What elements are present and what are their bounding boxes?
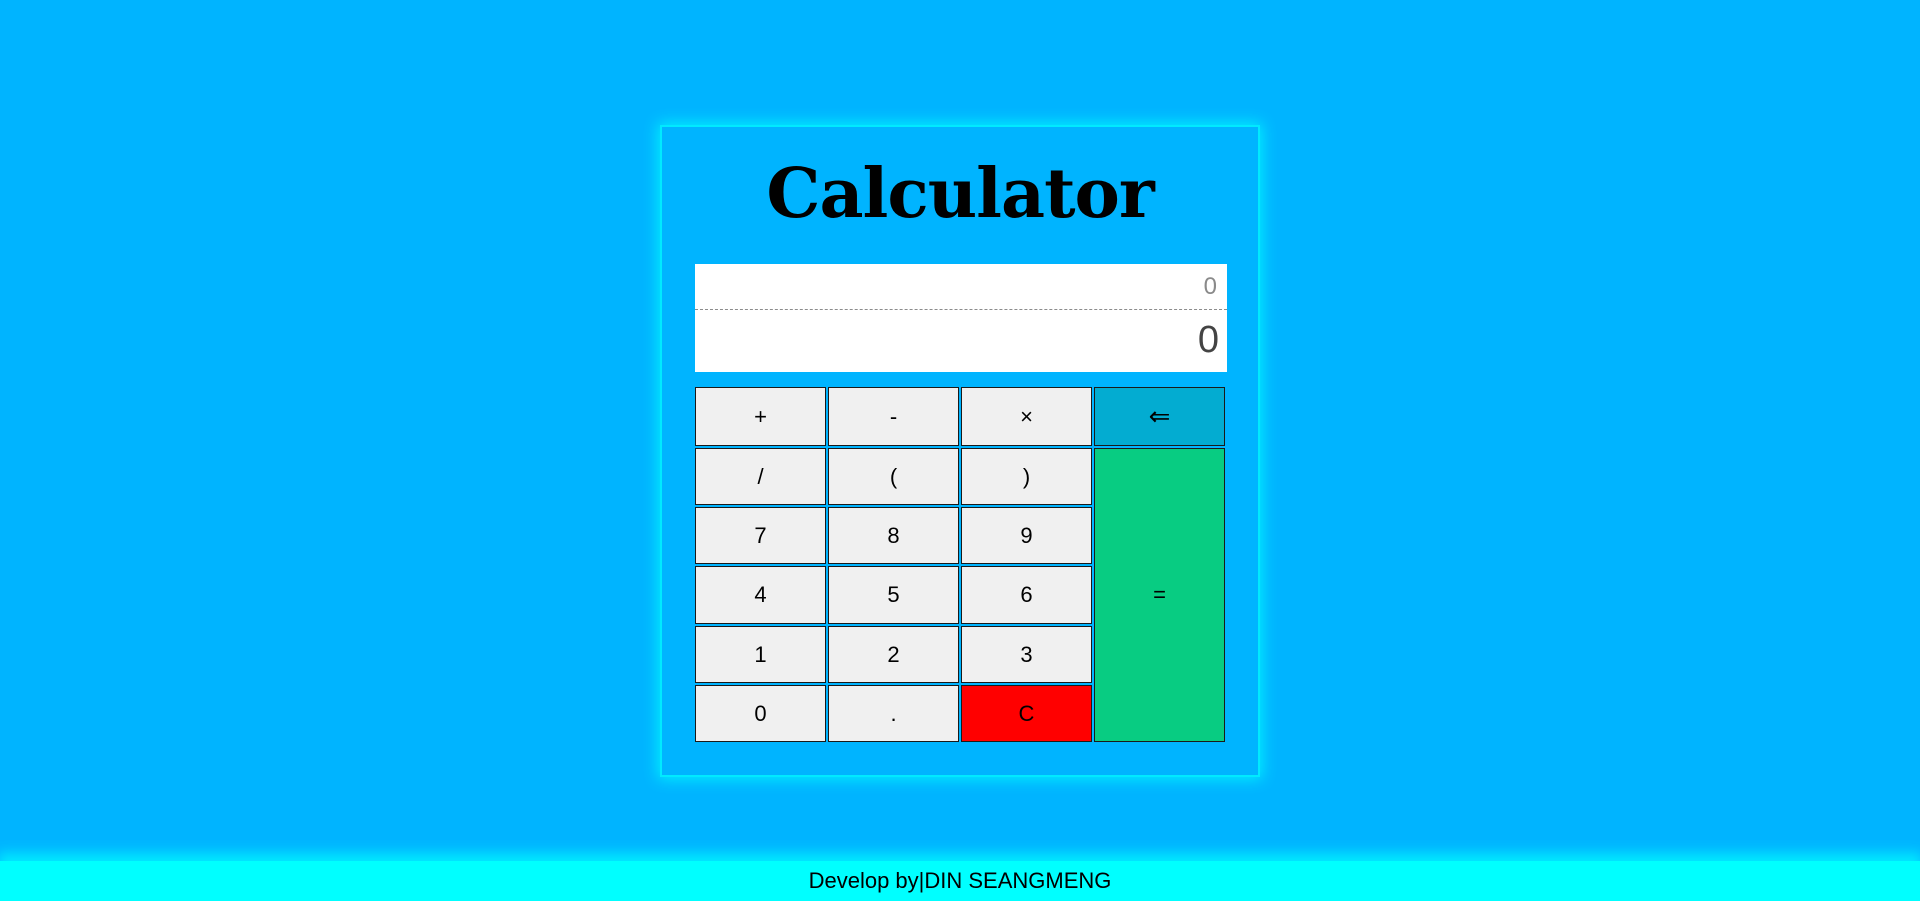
digit-3-button[interactable]: 3 — [961, 626, 1092, 683]
minus-button[interactable]: - — [828, 387, 959, 446]
result-display: 0 — [1197, 319, 1219, 361]
expression-display: 0 — [695, 264, 1227, 310]
digit-6-button[interactable]: 6 — [961, 566, 1092, 624]
equals-button[interactable]: = — [1094, 448, 1225, 742]
close-paren-button[interactable]: ) — [961, 448, 1092, 505]
divide-button[interactable]: / — [695, 448, 826, 505]
backspace-button[interactable]: ⇐ — [1094, 387, 1225, 446]
digit-9-button[interactable]: 9 — [961, 507, 1092, 564]
multiply-button[interactable]: × — [961, 387, 1092, 446]
plus-button[interactable]: + — [695, 387, 826, 446]
clear-button[interactable]: C — [961, 685, 1092, 742]
digit-8-button[interactable]: 8 — [828, 507, 959, 564]
digit-5-button[interactable]: 5 — [828, 566, 959, 624]
digit-4-button[interactable]: 4 — [695, 566, 826, 624]
digit-7-button[interactable]: 7 — [695, 507, 826, 564]
open-paren-button[interactable]: ( — [828, 448, 959, 505]
display-panel: 0 0 — [695, 264, 1227, 372]
digit-0-button[interactable]: 0 — [695, 685, 826, 742]
digit-1-button[interactable]: 1 — [695, 626, 826, 683]
keypad: + - × ⇐ / ( ) = 7 8 9 4 5 6 1 2 3 0 . C — [695, 387, 1229, 747]
footer: Develop by|DIN SEANGMENG — [0, 861, 1920, 901]
app-title: Calculator — [766, 154, 1154, 234]
decimal-button[interactable]: . — [828, 685, 959, 742]
developer-credit: Develop by|DIN SEANGMENG — [808, 868, 1112, 893]
digit-2-button[interactable]: 2 — [828, 626, 959, 683]
calculator-card: Calculator 0 0 + - × ⇐ / ( ) = 7 8 9 4 5… — [660, 125, 1260, 777]
